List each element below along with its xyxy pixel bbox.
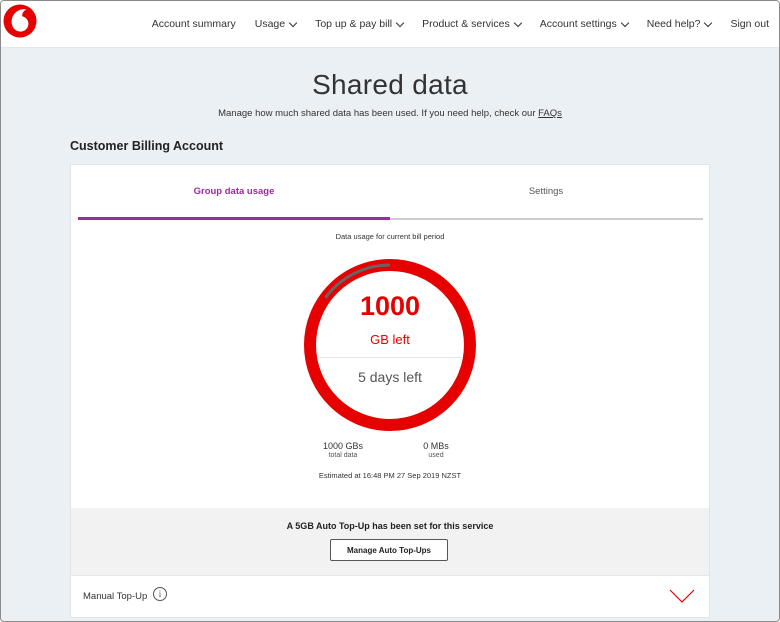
- total-data-value: 1000 GBs: [322, 441, 364, 451]
- used-data-label: used: [428, 452, 444, 459]
- nav-account-settings[interactable]: Account settings: [540, 18, 629, 30]
- nav-top-up-pay-bill[interactable]: Top up & pay bill: [315, 18, 405, 30]
- nav-menu: Account summary Usage Top up & pay bill …: [133, 1, 769, 47]
- nav-usage[interactable]: Usage: [255, 18, 298, 30]
- manual-topup-label: Manual Top-Up: [83, 591, 148, 602]
- app-window: Account summary Usage Top up & pay bill …: [0, 0, 780, 622]
- used-data-stat: 0 MBs used: [406, 441, 466, 459]
- manage-auto-topups-button[interactable]: Manage Auto Top-Ups: [330, 539, 448, 561]
- manual-topup-row[interactable]: Manual Top-Up i: [71, 575, 709, 618]
- nav-product-services[interactable]: Product & services: [422, 18, 522, 30]
- days-left: 5 days left: [358, 369, 422, 385]
- total-data-stat: 1000 GBs total data: [313, 441, 373, 459]
- usage-caption: Data usage for current bill period: [335, 232, 445, 241]
- chevron-down-icon: [395, 18, 405, 27]
- data-usage-gauge: 1000 GB left 5 days left: [301, 256, 479, 434]
- page-subtitle: Manage how much shared data has been use…: [1, 108, 779, 119]
- nav-sign-out[interactable]: Sign out: [730, 18, 769, 30]
- auto-topup-message: A 5GB Auto Top-Up has been set for this …: [286, 521, 494, 531]
- chevron-down-icon: [620, 18, 629, 27]
- tab-bar: Group data usage Settings: [78, 165, 703, 220]
- data-remaining-value: 1000: [359, 291, 421, 321]
- used-data-value: 0 MBs: [423, 441, 449, 451]
- faq-link[interactable]: FAQs: [538, 108, 562, 119]
- tab-group-data-usage[interactable]: Group data usage: [78, 165, 390, 220]
- info-icon[interactable]: i: [153, 587, 167, 601]
- chevron-down-icon: [288, 18, 298, 27]
- shared-data-card: Group data usage Settings Data usage for…: [70, 164, 710, 618]
- vodafone-logo-icon[interactable]: [3, 4, 37, 38]
- auto-topup-panel: A 5GB Auto Top-Up has been set for this …: [71, 508, 709, 575]
- data-remaining-unit: GB left: [370, 332, 410, 347]
- subtitle-text: Manage how much shared data has been use…: [218, 108, 536, 119]
- chevron-down-icon: [513, 18, 522, 27]
- gauge-divider: [319, 357, 461, 358]
- page-title: Shared data: [312, 69, 468, 100]
- chevron-down-icon[interactable]: [669, 589, 695, 604]
- total-data-label: total data: [328, 452, 358, 459]
- top-navigation: Account summary Usage Top up & pay bill …: [1, 1, 779, 48]
- chevron-down-icon: [704, 18, 713, 27]
- nav-account-summary[interactable]: Account summary: [152, 18, 236, 30]
- section-title: Customer Billing Account: [70, 139, 224, 153]
- tab-settings[interactable]: Settings: [390, 165, 702, 218]
- estimate-timestamp: Estimated at 16:48 PM 27 Sep 2019 NZST: [318, 471, 462, 480]
- nav-need-help[interactable]: Need help?: [647, 18, 713, 30]
